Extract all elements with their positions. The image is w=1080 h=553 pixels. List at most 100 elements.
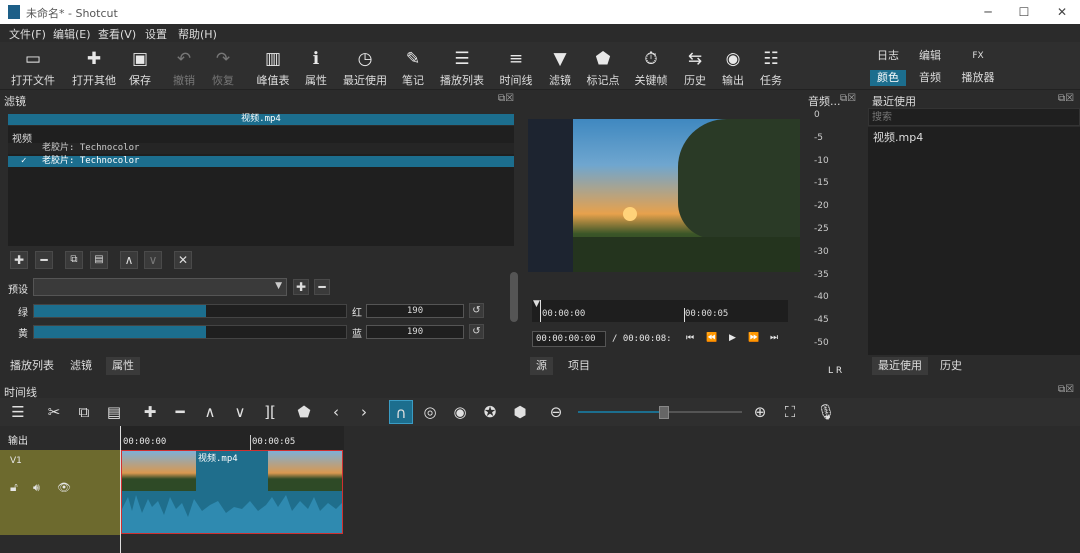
zoom-slider-handle[interactable] <box>659 406 670 419</box>
tab-history[interactable]: 历史 <box>934 357 968 375</box>
search-input[interactable] <box>868 108 1080 126</box>
video-preview[interactable] <box>528 119 800 272</box>
layout-tab-color[interactable]: 颜色 <box>870 70 906 86</box>
playlist-button[interactable]: ☰ 播放列表 <box>437 42 487 90</box>
zoom-fit-icon[interactable]: ⛶ <box>778 400 802 424</box>
export-button[interactable]: ◉ 输出 <box>717 42 749 90</box>
copy-icon[interactable]: ⧉ <box>72 400 96 424</box>
peak-meter-button[interactable]: ▥ 峰值表 <box>254 42 292 90</box>
tab-playlist[interactable]: 播放列表 <box>4 357 60 375</box>
panel-float-close-icon[interactable]: ⧉☒ <box>498 93 514 104</box>
filter-checkbox[interactable]: ✓ <box>21 156 26 167</box>
preset-dropdown[interactable]: ▼ <box>33 278 287 296</box>
snap-icon[interactable]: ∩ <box>389 400 413 424</box>
copy-filter-button[interactable]: ⧉ <box>65 251 83 269</box>
timeline-ruler[interactable]: 00:00:00 00:00:05 <box>120 426 344 450</box>
timeline-clip[interactable]: 视频.mp4 <box>121 450 343 534</box>
red-spinbox[interactable]: 190 <box>366 304 464 318</box>
jobs-button[interactable]: ☷ 任务 <box>755 42 787 90</box>
filter-item[interactable]: 老胶片: Technocolor <box>8 143 514 154</box>
tab-project[interactable]: 项目 <box>562 357 596 375</box>
layout-tab-player[interactable]: 播放器 <box>956 70 1000 86</box>
open-other-button[interactable]: ✚ 打开其他 <box>68 42 120 90</box>
save-button[interactable]: ▣ 保存 <box>124 42 156 90</box>
track-header-v1[interactable]: V1 🔓︎ 🔊︎ 👁︎ <box>0 450 120 535</box>
recent-button[interactable]: ◷ 最近使用 <box>340 42 390 90</box>
panel-float-close-icon[interactable]: ⧉☒ <box>1058 384 1074 395</box>
zoom-out-icon[interactable]: ⊖ <box>544 400 568 424</box>
properties-button[interactable]: ℹ 属性 <box>300 42 332 90</box>
menu-icon[interactable]: ☰ <box>6 400 30 424</box>
fast-forward-icon[interactable]: ⏩ <box>748 333 759 343</box>
next-marker-icon[interactable]: › <box>352 400 376 424</box>
zoom-in-icon[interactable]: ⊕ <box>748 400 772 424</box>
lock-icon[interactable]: 🔓︎ <box>10 480 18 495</box>
delete-preset-button[interactable]: ━ <box>314 279 330 295</box>
timeline-button[interactable]: ≡ 时间线 <box>497 42 535 90</box>
play-icon[interactable]: ▶ <box>729 333 736 343</box>
reset-icon[interactable]: ↺ <box>469 324 484 339</box>
notes-button[interactable]: ✎ 笔记 <box>397 42 429 90</box>
save-preset-button[interactable]: ✚ <box>293 279 309 295</box>
minimize-button[interactable]: ─ <box>976 3 1000 21</box>
deselect-filter-button[interactable]: ✕ <box>174 251 192 269</box>
tab-recent[interactable]: 最近使用 <box>872 357 928 375</box>
ripple-markers-icon[interactable]: ⬢ <box>508 400 532 424</box>
menu-help[interactable]: 帮助(H) <box>178 26 217 42</box>
yellow-slider[interactable] <box>33 325 347 339</box>
filter-scrollbar[interactable] <box>510 272 518 322</box>
scrub-icon[interactable]: ◎ <box>418 400 442 424</box>
mute-icon[interactable]: 🔊︎ <box>33 481 40 495</box>
lift-icon[interactable]: ∧ <box>198 400 222 424</box>
open-file-button[interactable]: ▭ 打开文件 <box>10 42 56 90</box>
skip-previous-icon[interactable]: ⏮ <box>686 333 694 343</box>
cut-icon[interactable]: ✂ <box>42 400 66 424</box>
tab-properties[interactable]: 属性 <box>106 357 140 375</box>
reset-icon[interactable]: ↺ <box>469 303 484 318</box>
position-timecode[interactable]: 00:00:00:00 <box>532 331 606 347</box>
ripple-icon[interactable]: ◉ <box>448 400 472 424</box>
append-icon[interactable]: ✚ <box>138 400 162 424</box>
previous-marker-icon[interactable]: ‹ <box>324 400 348 424</box>
blue-spinbox[interactable]: 190 <box>366 325 464 339</box>
menu-view[interactable]: 查看(V) <box>98 26 136 42</box>
layout-tab-fx[interactable]: FX <box>960 48 996 64</box>
move-up-button[interactable]: ∧ <box>120 251 138 269</box>
zoom-slider[interactable] <box>578 406 742 419</box>
remove-filter-button[interactable]: ━ <box>35 251 53 269</box>
menu-edit[interactable]: 编辑(E) <box>53 26 91 42</box>
undo-button[interactable]: ↶ 撤销 <box>168 42 200 90</box>
rewind-icon[interactable]: ⏪ <box>706 333 717 343</box>
maximize-button[interactable]: ☐ <box>1012 3 1036 21</box>
ripple-delete-icon[interactable]: ━ <box>168 400 192 424</box>
menu-file[interactable]: 文件(F) <box>9 26 46 42</box>
eye-icon[interactable]: 👁︎ <box>57 481 71 494</box>
filters-button[interactable]: ▼ 滤镜 <box>544 42 576 90</box>
overwrite-icon[interactable]: ∨ <box>228 400 252 424</box>
filter-item-selected[interactable]: ✓ 老胶片: Technocolor <box>8 156 514 167</box>
move-down-button[interactable]: ∨ <box>144 251 162 269</box>
layout-tab-edit[interactable]: 编辑 <box>912 48 948 64</box>
keyframes-button[interactable]: ⏱ 关键帧 <box>632 42 670 90</box>
close-button[interactable]: ✕ <box>1050 3 1074 21</box>
skip-next-icon[interactable]: ⏭ <box>770 333 778 343</box>
ripple-all-icon[interactable]: ✪ <box>478 400 502 424</box>
player-ruler[interactable]: 00:00:00 00:00:05 <box>532 300 788 322</box>
marker-icon[interactable]: ⬟ <box>292 400 316 424</box>
panel-float-close-icon[interactable]: ⧉☒ <box>840 93 856 104</box>
history-button[interactable]: ⇆ 历史 <box>679 42 711 90</box>
add-filter-button[interactable]: ✚ <box>10 251 28 269</box>
panel-float-close-icon[interactable]: ⧉☒ <box>1058 93 1074 104</box>
paste-icon[interactable]: ▤ <box>102 400 126 424</box>
split-icon[interactable]: ][ <box>258 400 282 424</box>
list-item[interactable]: 视频.mp4 <box>873 129 923 145</box>
tab-filters[interactable]: 滤镜 <box>64 357 98 375</box>
layout-tab-audio[interactable]: 音频 <box>912 70 948 86</box>
redo-button[interactable]: ↷ 恢复 <box>207 42 239 90</box>
markers-button[interactable]: ⬟ 标记点 <box>584 42 622 90</box>
paste-filter-button[interactable]: ▤ <box>90 251 108 269</box>
menu-settings[interactable]: 设置 <box>145 26 167 42</box>
tab-source[interactable]: 源 <box>530 357 553 375</box>
layout-tab-log[interactable]: 日志 <box>870 48 906 64</box>
green-slider[interactable] <box>33 304 347 318</box>
